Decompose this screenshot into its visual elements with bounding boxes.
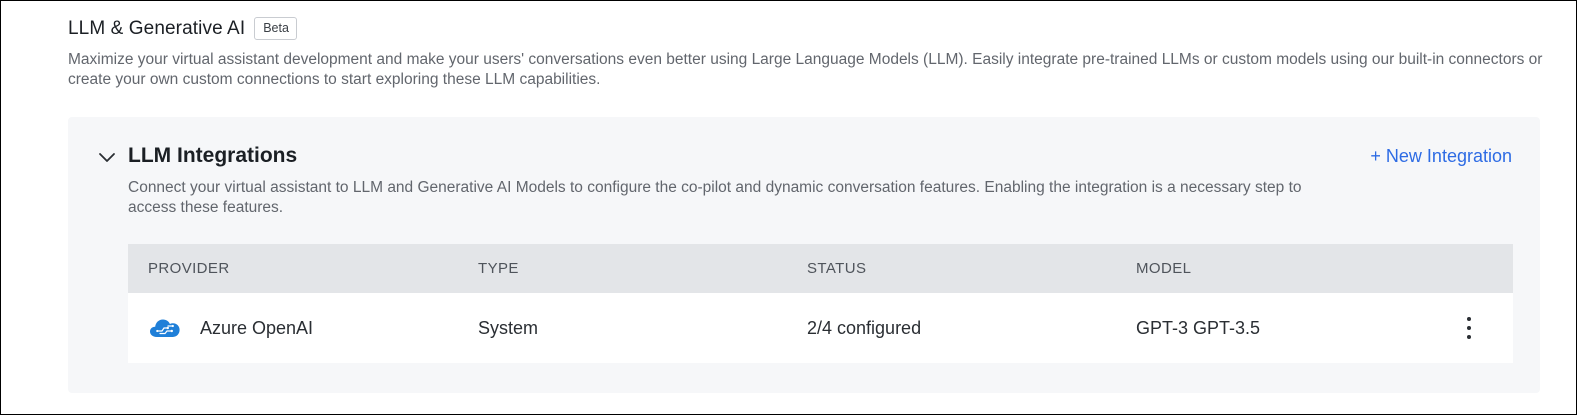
type-cell: System — [478, 317, 539, 338]
llm-settings-page: LLM & Generative AI Beta Maximize your v… — [1, 1, 1576, 414]
chevron-down-icon[interactable] — [98, 151, 116, 165]
table-header: PROVIDER TYPE STATUS MODEL — [128, 244, 1513, 293]
section-description: Maximize your virtual assistant developm… — [68, 51, 1543, 88]
beta-badge: Beta — [254, 17, 297, 40]
page-title: LLM & Generative AI — [68, 17, 246, 39]
status-cell: 2/4 configured — [807, 317, 922, 338]
integrations-title: LLM Integrations — [128, 144, 298, 167]
column-header-model: MODEL — [1136, 260, 1192, 277]
section-header: LLM & Generative AI Beta — [68, 17, 297, 40]
llm-integrations-card: LLM Integrations + New Integration Conne… — [68, 117, 1540, 393]
table-row[interactable]: Azure OpenAI System 2/4 configured GPT-3… — [128, 293, 1513, 363]
integrations-table: PROVIDER TYPE STATUS MODEL Azure OpenAI … — [128, 244, 1513, 363]
model-cell: GPT-3 GPT-3.5 — [1136, 317, 1261, 338]
provider-cell: Azure OpenAI — [148, 317, 313, 339]
azure-cloud-icon — [148, 317, 182, 339]
new-integration-button[interactable]: + New Integration — [1370, 146, 1512, 167]
column-header-status: STATUS — [807, 260, 867, 277]
integrations-description: Connect your virtual assistant to LLM an… — [128, 179, 1302, 216]
column-header-type: TYPE — [478, 260, 519, 277]
provider-name: Azure OpenAI — [200, 317, 314, 338]
column-header-provider: PROVIDER — [148, 260, 230, 277]
more-options-icon[interactable] — [1465, 317, 1473, 339]
